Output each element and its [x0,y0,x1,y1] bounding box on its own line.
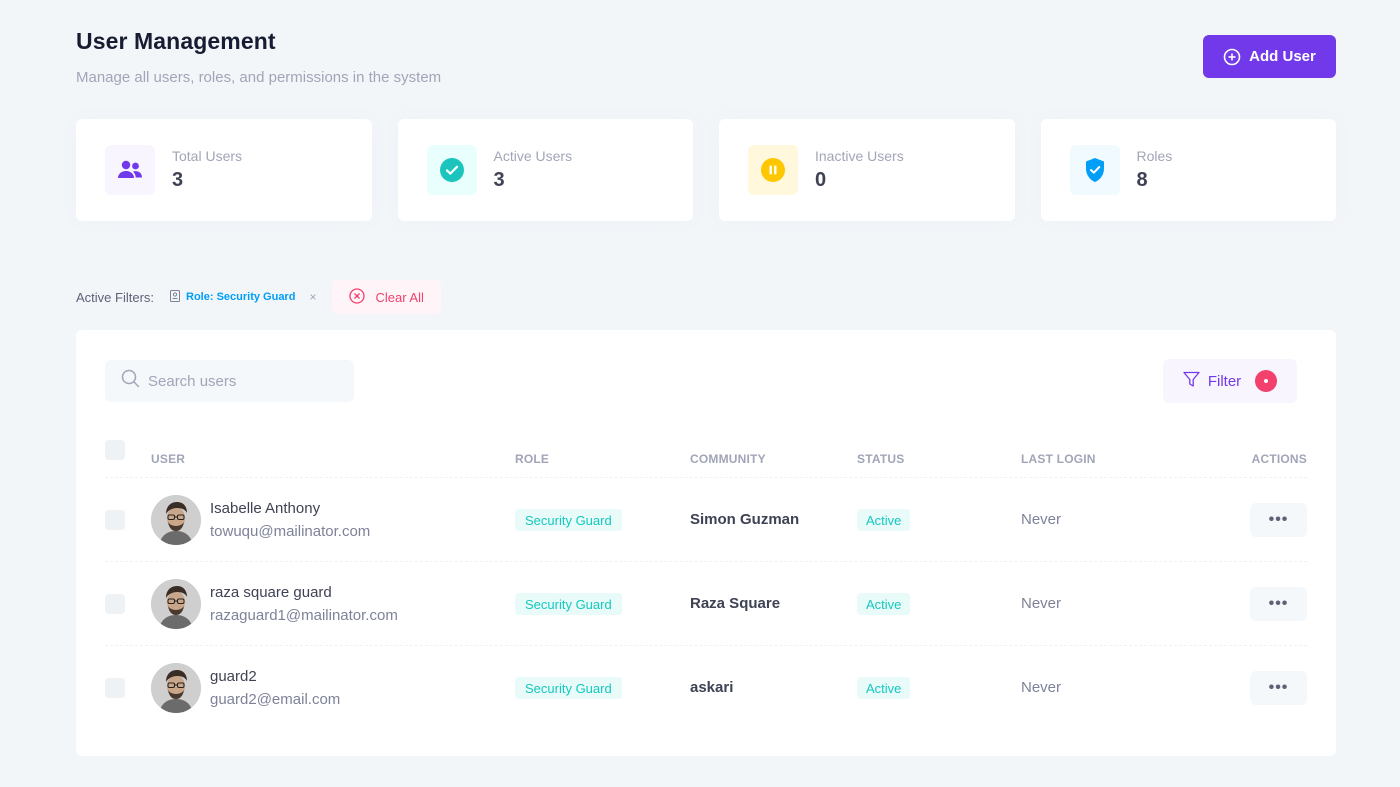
role-badge: Security Guard [515,593,622,615]
filter-count-badge [1255,370,1278,392]
table-row: raza square guard razaguard1@mailinator.… [105,562,1307,646]
stat-label: Total Users [172,148,243,164]
table-row: guard2 guard2@email.com Security Guard a… [105,646,1307,730]
role-badge: Security Guard [515,677,622,699]
stat-label: Active Users [493,148,573,164]
stat-label: Inactive Users [815,148,904,164]
add-user-label: Add User [1249,48,1316,65]
stat-card-active-users: Active Users 3 [397,119,693,221]
search-box[interactable] [105,360,354,402]
community-name: Simon Guzman [690,511,800,528]
user-email: guard2@email.com [210,691,341,708]
status-badge: Active [857,593,911,615]
last-login: Never [1021,679,1062,696]
x-circle-icon [349,287,366,307]
column-header-last-login: LAST LOGIN [1021,451,1096,466]
user-email: razaguard1@mailinator.com [210,607,398,624]
shield-check-icon [1069,145,1120,195]
stat-value: 3 [493,169,505,191]
role-badge: Security Guard [515,509,622,531]
stat-label: Roles [1136,148,1173,164]
table-header: USER ROLE COMMUNITY STATUS LAST LOGIN AC… [105,440,1307,478]
page-title: User Management [76,28,276,54]
search-icon [121,369,140,393]
stat-value: 3 [172,169,184,191]
user-name[interactable]: Isabelle Anthony [210,500,320,517]
row-checkbox[interactable] [105,594,125,614]
stat-value: 0 [815,169,827,191]
status-badge: Active [857,677,911,699]
filter-button[interactable]: Filter [1163,359,1297,403]
community-name: askari [690,679,734,696]
chip-close-icon[interactable]: × [309,290,316,304]
row-checkbox[interactable] [105,678,125,698]
id-badge-icon [170,289,181,305]
clear-all-button[interactable]: Clear All [332,280,441,314]
row-checkbox[interactable] [105,510,125,530]
page-header: User Management Manage all users, roles,… [76,28,441,86]
stats-row: Total Users 3 Active Users 3 Inactive Us… [76,119,1336,221]
column-header-actions: ACTIONS [1251,451,1307,466]
avatar[interactable] [151,663,201,713]
check-circle-icon [426,145,477,195]
column-header-user: USER [151,451,186,466]
search-input[interactable] [148,372,338,390]
add-user-button[interactable]: Add User [1203,35,1336,78]
pause-circle-icon [748,145,798,195]
filter-chip-label: Role: Security Guard [186,291,296,303]
filter-chip-role[interactable]: Role: Security Guard × [170,289,316,305]
stat-card-total-users: Total Users 3 [76,119,372,221]
filter-label: Filter [1207,372,1242,390]
user-email: towuqu@mailinator.com [210,523,371,540]
stat-value: 8 [1136,169,1148,191]
stat-card-inactive-users: Inactive Users 0 [719,119,1015,221]
avatar[interactable] [151,579,201,629]
status-badge: Active [857,509,911,531]
avatar[interactable] [151,495,201,545]
stat-card-roles: Roles 8 [1040,119,1336,221]
page-subtitle: Manage all users, roles, and permissions… [76,69,442,86]
plus-circle-icon [1223,48,1241,66]
active-filters-bar: Active Filters: Role: Security Guard × C… [76,280,441,314]
row-actions-button[interactable]: ••• [1250,671,1307,705]
user-name[interactable]: raza square guard [210,584,332,601]
users-icon [105,145,155,195]
clear-all-label: Clear All [375,289,424,305]
column-header-role: ROLE [515,451,550,466]
last-login: Never [1021,595,1062,612]
row-actions-button[interactable]: ••• [1250,587,1307,621]
select-all-checkbox[interactable] [105,440,125,460]
community-name: Raza Square [690,595,781,612]
user-name[interactable]: guard2 [210,668,257,685]
column-header-status: STATUS [857,451,905,466]
last-login: Never [1021,511,1062,528]
funnel-icon [1183,371,1200,392]
table-row: Isabelle Anthony towuqu@mailinator.com S… [105,478,1307,562]
active-filters-label: Active Filters: [76,289,155,305]
row-actions-button[interactable]: ••• [1250,503,1307,537]
column-header-community: COMMUNITY [690,451,766,466]
users-table-card: Filter USER ROLE COMMUNITY STATUS LAST L… [76,330,1336,756]
